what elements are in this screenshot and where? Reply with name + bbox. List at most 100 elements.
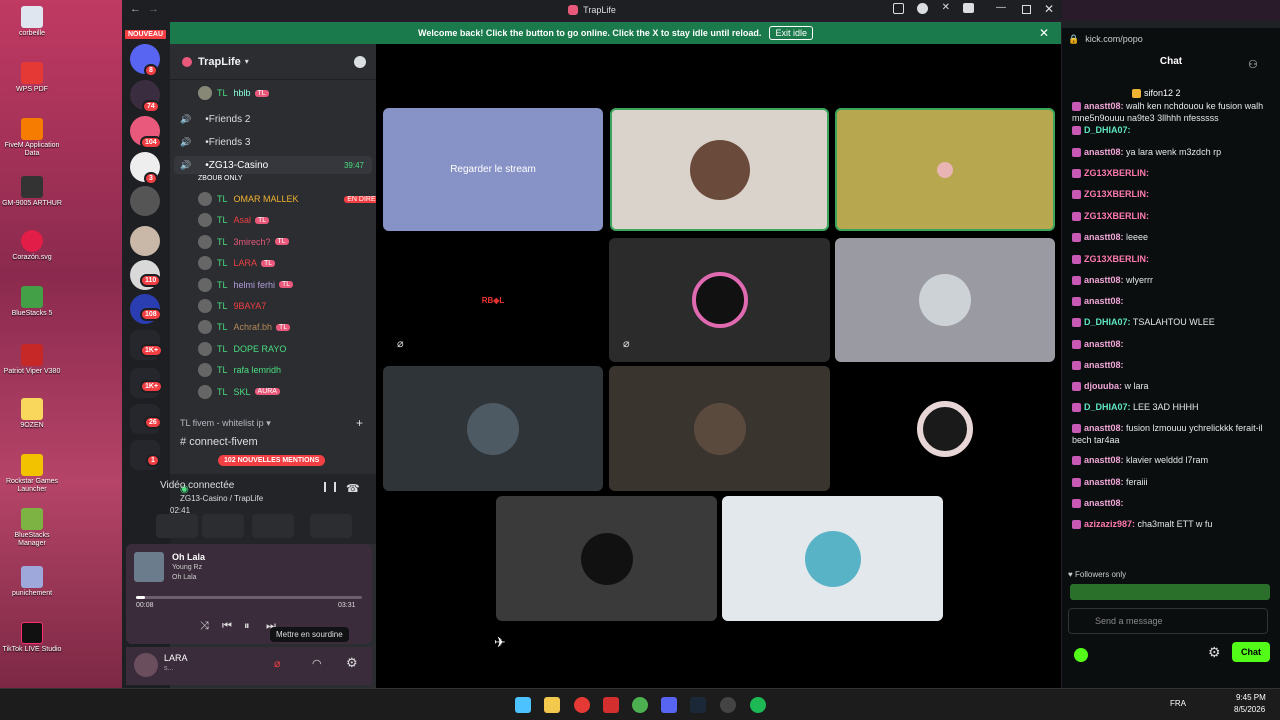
emote-bar[interactable]	[1070, 584, 1270, 600]
chat-username[interactable]: anastt08:	[1084, 339, 1124, 349]
video-tile[interactable]	[383, 366, 603, 491]
chat-username[interactable]: anastt08:	[1084, 147, 1124, 157]
chat-username[interactable]: D_DHIA07:	[1084, 125, 1131, 135]
chat-username[interactable]: anastt08:	[1084, 455, 1124, 465]
back-arrow-icon[interactable]: ←	[130, 3, 141, 15]
chat-username[interactable]: anastt08:	[1084, 101, 1124, 111]
server-header[interactable]: TrapLife ▾	[170, 44, 376, 80]
camera-off-button[interactable]	[156, 514, 198, 538]
desktop-icon-heart[interactable]: Corazón.svg	[2, 230, 62, 262]
settings-gear-icon[interactable]: ⚙	[346, 655, 358, 671]
voice-channel-friends2[interactable]: 🔊 • Friends 2	[180, 110, 370, 128]
inbox-icon[interactable]	[893, 3, 904, 14]
voice-channel-friends3[interactable]: 🔊 • Friends 3	[180, 133, 370, 151]
chat-username[interactable]: D_DHIA07:	[1084, 317, 1131, 327]
desktop-icon-fivem[interactable]: FiveM Application Data	[2, 118, 62, 158]
soundboard-button[interactable]	[310, 514, 352, 538]
activities-button[interactable]	[252, 514, 294, 538]
obs-icon[interactable]	[720, 697, 736, 713]
stream-tile[interactable]: Regarder le stream	[383, 108, 603, 231]
minimize-icon[interactable]: —	[996, 2, 1006, 13]
desktop-icon-wps[interactable]: WPS PDF	[2, 62, 62, 94]
chat-username[interactable]: ZG13XBERLIN:	[1084, 189, 1149, 199]
video-tile[interactable]	[496, 496, 717, 621]
message-input[interactable]: Send a message	[1068, 608, 1268, 634]
start-icon[interactable]	[515, 697, 531, 713]
file-explorer-icon[interactable]	[544, 697, 560, 713]
voice-member[interactable]: TL hblb TL	[198, 84, 388, 102]
voice-member[interactable]: TL LARA TL	[198, 254, 388, 272]
voice-member[interactable]: TL Asal TL	[198, 211, 388, 229]
steam-icon[interactable]	[690, 697, 706, 713]
text-channel[interactable]: # connect-fivem	[180, 436, 258, 448]
chrome-icon[interactable]	[632, 697, 648, 713]
clock-time[interactable]: 9:45 PM	[1236, 693, 1266, 702]
chat-username[interactable]: anastt08:	[1084, 232, 1124, 242]
chat-username[interactable]: anastt08:	[1084, 498, 1124, 508]
mic-muted-icon[interactable]: ⌀	[274, 657, 281, 670]
chat-username[interactable]: anastt08:	[1084, 360, 1124, 370]
voice-channel-casino[interactable]: 🔊 • ZG13-Casino 39:47	[174, 156, 372, 174]
category-header[interactable]: TL fivem - whitelist ip ▾	[180, 418, 271, 429]
tools-icon[interactable]: ✕	[942, 2, 950, 13]
exit-idle-button[interactable]: Exit idle	[769, 26, 813, 40]
voice-member[interactable]: TL helmi ferhi TL	[198, 276, 388, 294]
chat-username[interactable]: ZG13XBERLIN:	[1084, 168, 1149, 178]
video-tile[interactable]	[835, 108, 1055, 231]
headphones-icon[interactable]: ◠	[312, 657, 322, 670]
desktop-icon-tiktok[interactable]: TikTok LIVE Studio	[2, 622, 62, 654]
maximize-icon[interactable]	[1022, 5, 1031, 14]
chat-username[interactable]: azizaziz987:	[1084, 519, 1135, 529]
forward-arrow-icon[interactable]: →	[148, 3, 159, 15]
add-channel-icon[interactable]: +	[356, 416, 363, 430]
voice-member[interactable]: TL Achraf.bh TL	[198, 318, 388, 336]
opera-icon[interactable]	[574, 697, 590, 713]
language-indicator[interactable]: FRA	[1170, 699, 1186, 708]
desktop-icon-gm[interactable]: GM-9005 ARTHUR	[2, 176, 62, 208]
audio-bars-icon[interactable]	[324, 482, 336, 492]
video-tile[interactable]	[722, 496, 943, 621]
voice-member[interactable]: TL 3mirech? TL	[198, 233, 388, 251]
disconnect-icon[interactable]: ☎	[346, 482, 360, 495]
video-tile[interactable]: ⌀	[609, 238, 830, 362]
desktop-icon-folder[interactable]: 9OZEN	[2, 398, 62, 430]
chat-username[interactable]: anastt08:	[1084, 423, 1124, 433]
voice-channel-path[interactable]: ZG13-Casino / TrapLife	[180, 494, 263, 503]
chat-send-button[interactable]: Chat	[1232, 642, 1270, 662]
desktop-icon-bluestacks[interactable]: BlueStacks 5	[2, 286, 62, 318]
video-tile[interactable]	[835, 238, 1055, 362]
chat-username[interactable]: D_DHIA07:	[1084, 402, 1131, 412]
dismiss-banner-icon[interactable]: ✕	[1039, 26, 1049, 40]
pause-icon[interactable]: ⏸	[244, 620, 250, 633]
shuffle-icon[interactable]: ⤨	[200, 620, 209, 633]
previous-icon[interactable]: ⏮	[222, 620, 232, 633]
close-window-icon[interactable]: ✕	[1044, 2, 1054, 16]
discord-icon[interactable]	[661, 697, 677, 713]
clock-date[interactable]: 8/5/2026	[1234, 705, 1265, 714]
chat-username[interactable]: anastt08:	[1084, 477, 1124, 487]
voice-member[interactable]: TL rafa lemridh	[198, 361, 388, 379]
voice-member[interactable]: TL SKL AURA	[198, 383, 388, 401]
spotify-icon[interactable]	[750, 697, 766, 713]
users-icon[interactable]: ⚇	[1248, 58, 1258, 71]
desktop-icon-recycle[interactable]: corbeille	[2, 6, 62, 38]
voice-member[interactable]: TL DOPE RAYO	[198, 340, 388, 358]
desktop-icon-patriot[interactable]: Patriot Viper V380	[2, 344, 62, 376]
avatar[interactable]	[134, 653, 158, 677]
desktop-icon-rockstar[interactable]: Rockstar Games Launcher	[2, 454, 62, 494]
chat-username[interactable]: anastt08:	[1084, 275, 1124, 285]
mentions-pill[interactable]: 102 NOUVELLES MENTIONS	[218, 455, 326, 466]
pin-icon[interactable]	[963, 3, 974, 13]
voice-member[interactable]: TL OMAR MALLEK EN DIRECT	[198, 190, 388, 208]
screen-share-button[interactable]	[202, 514, 244, 538]
voice-member[interactable]: TL 9BAYA7	[198, 297, 388, 315]
wps-icon[interactable]	[603, 697, 619, 713]
address-bar[interactable]: 🔒 kick.com/popo	[1068, 30, 1274, 48]
chat-username[interactable]: anastt08:	[1084, 296, 1124, 306]
video-tile[interactable]: RB◈L ⌀	[383, 238, 603, 362]
pinned-user[interactable]: sifon12 2	[1132, 88, 1181, 99]
desktop-icon-bs-manager[interactable]: BlueStacks Manager	[2, 508, 62, 548]
video-tile[interactable]	[609, 366, 830, 491]
help-icon[interactable]	[917, 3, 928, 14]
add-friend-icon[interactable]	[354, 56, 366, 68]
